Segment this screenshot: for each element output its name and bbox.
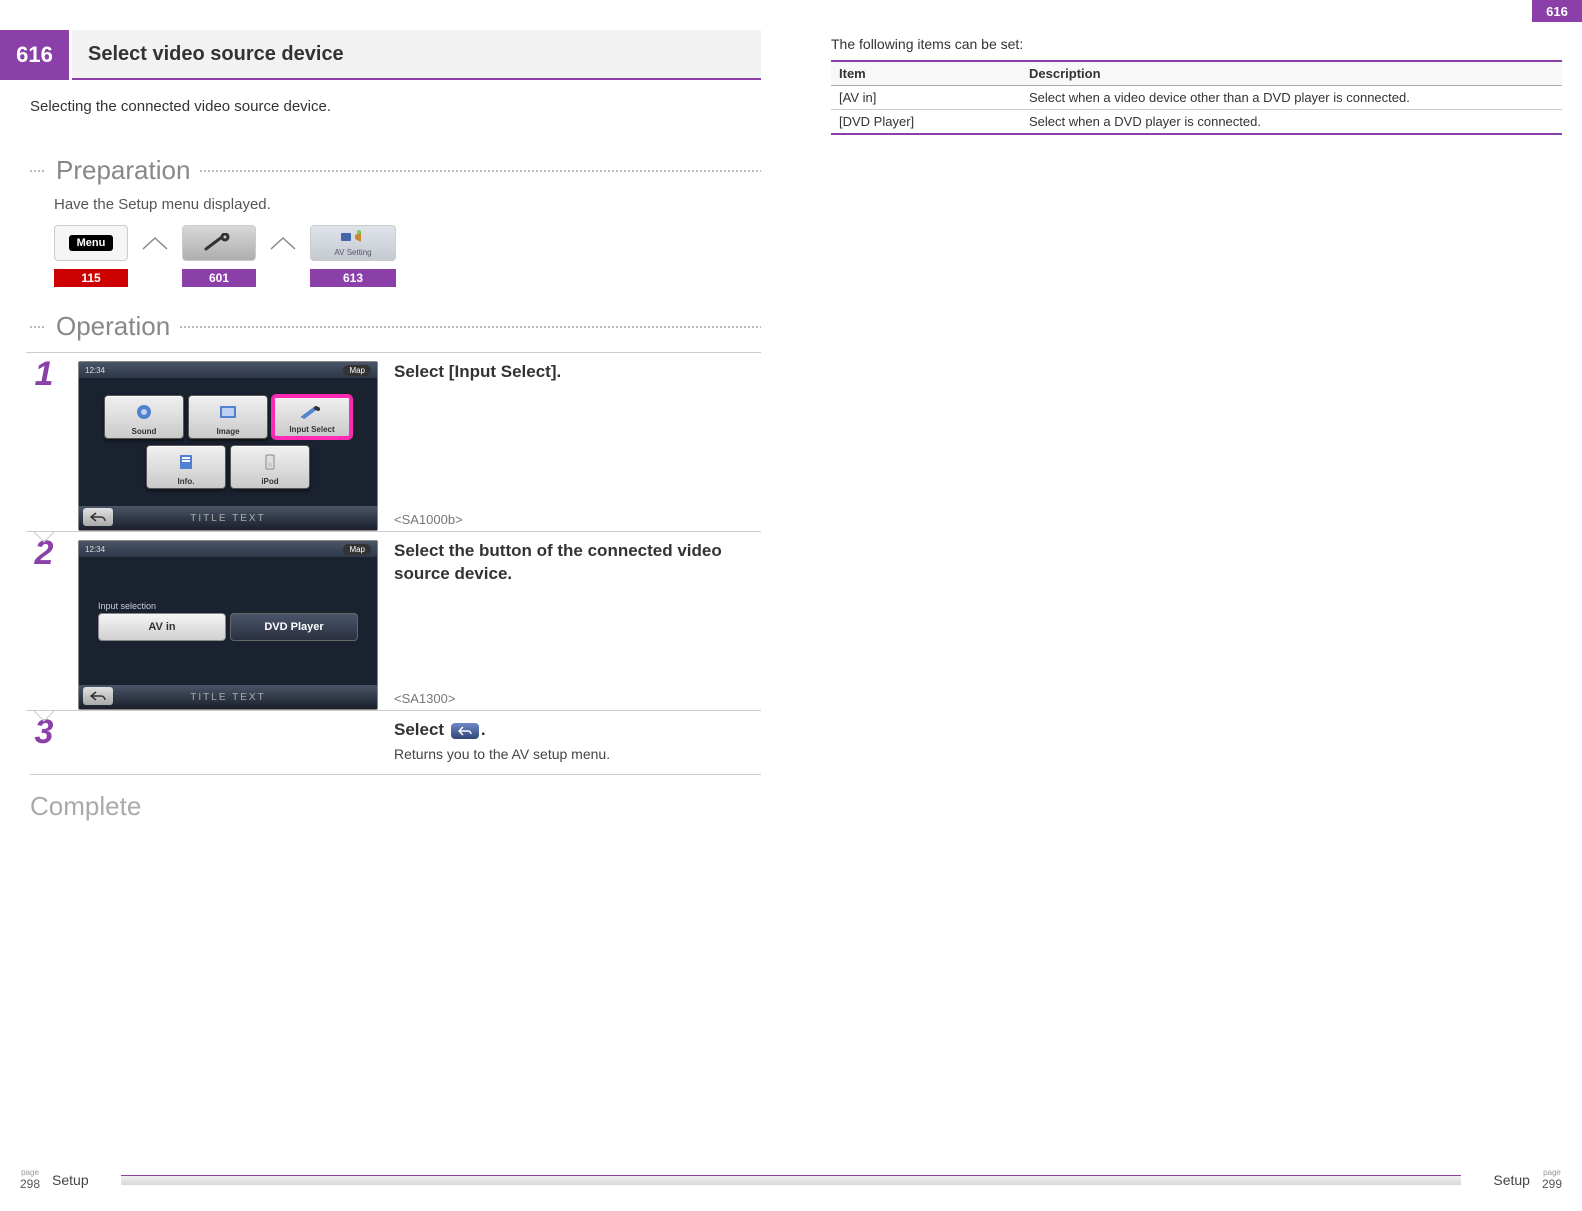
preparation-thumbnails: Menu AV Setting	[54, 225, 761, 261]
menu-button-label: Menu	[69, 235, 114, 251]
shot-footer: TITLE TEXT	[79, 685, 377, 709]
page-header: 616 Select video source device	[0, 30, 761, 80]
col-item: Item	[831, 61, 1021, 86]
settings-thumbnail	[182, 225, 256, 261]
btn-label: Info.	[178, 477, 195, 486]
step-title: Select .	[394, 719, 761, 742]
step-code: <SA1000b>	[394, 512, 761, 527]
page-label: page	[1542, 1169, 1562, 1177]
section-label: Operation	[56, 311, 170, 342]
page-number-left: 298	[20, 1177, 40, 1191]
av-setting-thumbnail: AV Setting	[310, 225, 396, 261]
step2-screenshot: 12:34 Map Input selection AV in DVD Play…	[78, 540, 378, 710]
col-description: Description	[1021, 61, 1562, 86]
footer-section-right: Setup	[1493, 1172, 1530, 1188]
step-title-text: Select	[394, 720, 449, 739]
arrow-icon	[270, 236, 296, 250]
step-1: 1 12:34 Map Sound Image	[26, 352, 761, 531]
ref-badge: 601	[182, 269, 256, 287]
page-title: Select video source device	[72, 30, 761, 80]
btn-label: Input Select	[289, 425, 334, 434]
cell-item: [AV in]	[831, 86, 1021, 110]
settings-intro: The following items can be set:	[831, 36, 1562, 52]
av-in-button: AV in	[98, 613, 226, 641]
setup-btn-input-select: Input Select	[272, 395, 352, 439]
header-number: 616	[0, 30, 72, 80]
ref-badge: 115	[54, 269, 128, 287]
back-icon	[83, 687, 113, 705]
step-divider-notch-icon	[34, 710, 54, 722]
btn-label: iPod	[261, 477, 278, 486]
setup-btn-info: Info.	[146, 445, 226, 489]
step-title: Select [Input Select].	[394, 361, 761, 384]
back-button-icon	[451, 723, 479, 739]
footer-bar	[121, 1175, 1462, 1185]
dvd-player-button: DVD Player	[230, 613, 358, 641]
page-label: page	[20, 1169, 40, 1177]
table-row: [AV in] Select when a video device other…	[831, 86, 1562, 110]
shot-time: 12:34	[85, 366, 105, 375]
preparation-refs: 115 601 613	[54, 269, 761, 287]
input-selection-label: Input selection	[98, 601, 358, 611]
page-subtitle: Selecting the connected video source dev…	[30, 98, 761, 115]
page-footer: page 298 Setup Setup page 299	[0, 1169, 1582, 1191]
footer-section-left: Setup	[52, 1172, 89, 1188]
step1-screenshot: 12:34 Map Sound Image	[78, 361, 378, 531]
section-operation: Operation	[30, 311, 761, 342]
ref-badge: 613	[310, 269, 396, 287]
btn-label: Image	[216, 427, 239, 436]
setup-btn-image: Image	[188, 395, 268, 439]
setup-btn-ipod: iPod	[230, 445, 310, 489]
section-label: Preparation	[56, 155, 190, 186]
setup-btn-sound: Sound	[104, 395, 184, 439]
cell-item: [DVD Player]	[831, 110, 1021, 135]
map-button: Map	[343, 544, 371, 555]
arrow-icon	[142, 236, 168, 250]
step-2: 2 12:34 Map Input selection AV in DVD Pl…	[26, 531, 761, 710]
av-setting-label: AV Setting	[334, 248, 371, 257]
cell-desc: Select when a DVD player is connected.	[1021, 110, 1562, 135]
page-number-right: 299	[1542, 1177, 1562, 1191]
shot-footer: TITLE TEXT	[79, 506, 377, 530]
btn-label: Sound	[132, 427, 157, 436]
map-button: Map	[343, 365, 371, 376]
step-3: 3 Select . Returns you to the AV setup m…	[26, 710, 761, 770]
shot-time: 12:34	[85, 545, 105, 554]
cell-desc: Select when a video device other than a …	[1021, 86, 1562, 110]
step-divider-notch-icon	[34, 531, 54, 543]
step-title-text: .	[481, 720, 486, 739]
section-complete: Complete	[30, 791, 761, 822]
menu-thumbnail: Menu	[54, 225, 128, 261]
section-preparation: Preparation	[30, 155, 761, 186]
table-row: [DVD Player] Select when a DVD player is…	[831, 110, 1562, 135]
step-subtitle: Returns you to the AV setup menu.	[394, 746, 761, 762]
settings-table: Item Description [AV in] Select when a v…	[831, 60, 1562, 135]
back-icon	[83, 508, 113, 526]
preparation-text: Have the Setup menu displayed.	[54, 196, 761, 213]
step-number: 1	[26, 357, 62, 391]
page-tab: 616	[1532, 0, 1582, 22]
step-title: Select the button of the connected video…	[394, 540, 761, 586]
step-code: <SA1300>	[394, 691, 761, 706]
